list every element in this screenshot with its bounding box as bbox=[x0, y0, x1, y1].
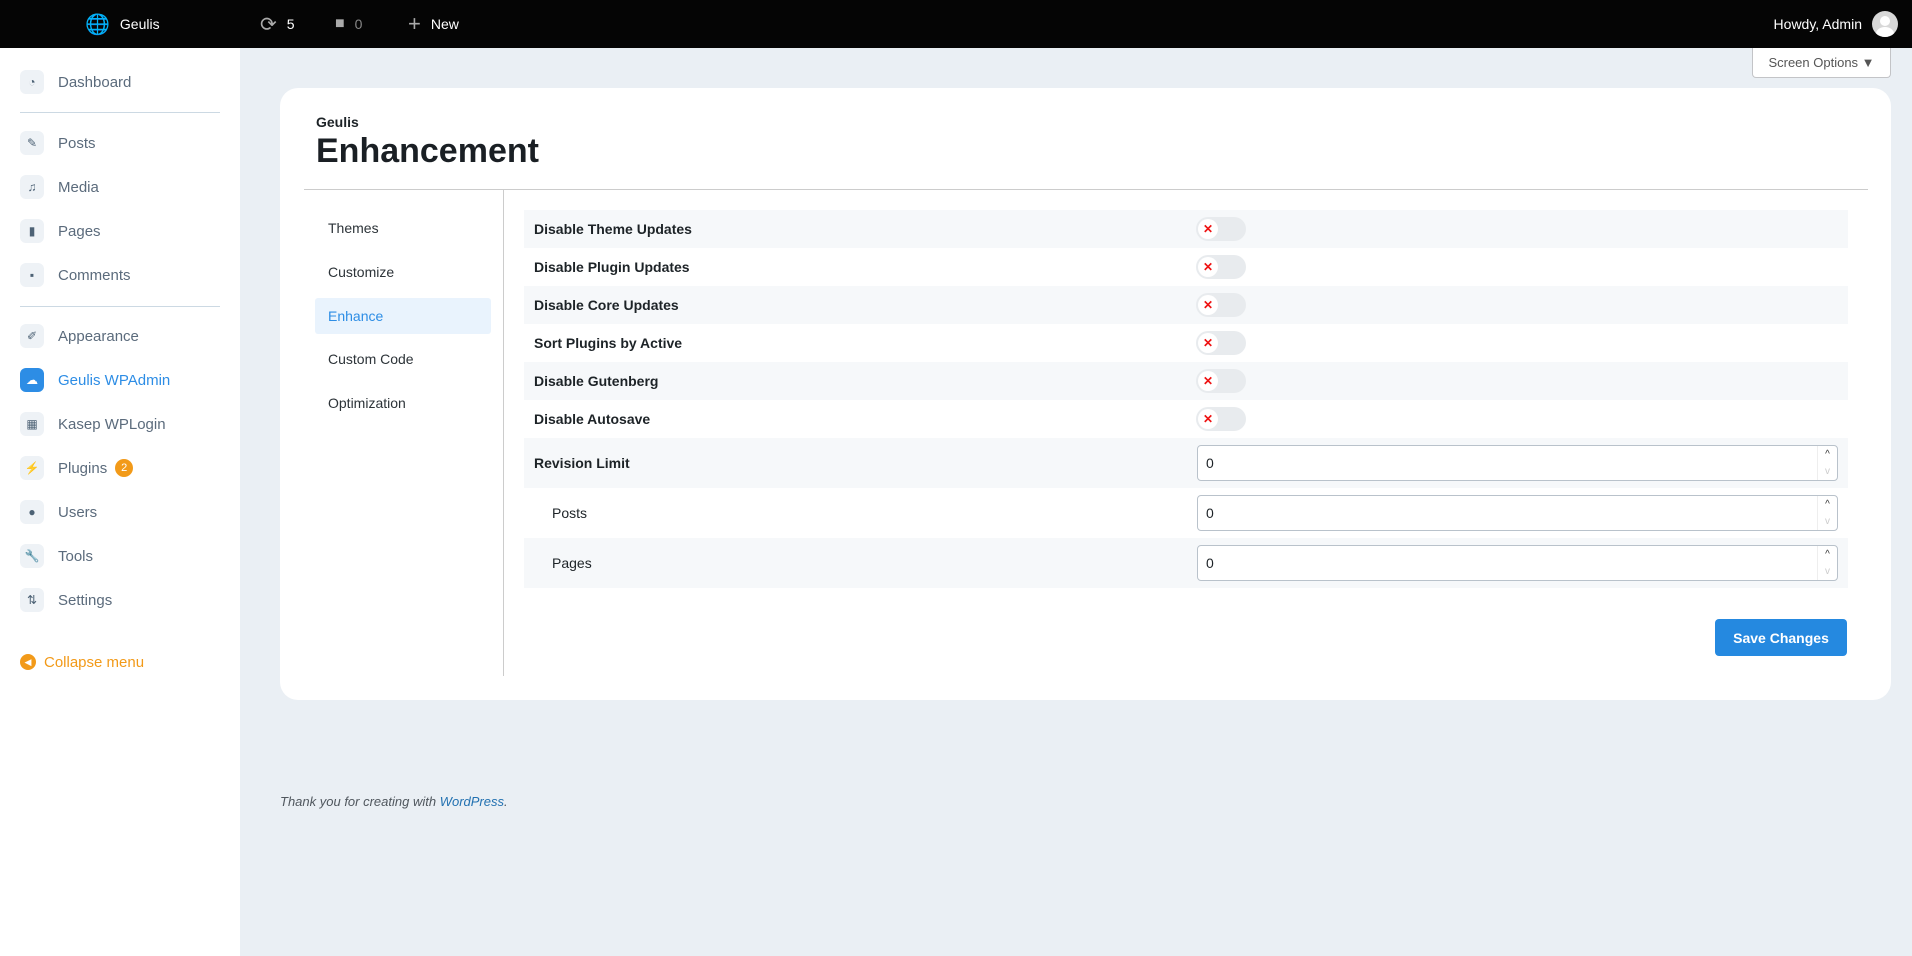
brush-icon: ✐ bbox=[20, 324, 44, 348]
x-icon: ✕ bbox=[1198, 257, 1218, 277]
x-icon: ✕ bbox=[1198, 219, 1218, 239]
disable-core-updates-toggle[interactable]: ✕ bbox=[1196, 293, 1246, 317]
sidebar-item-geulis-wpadmin[interactable]: ☁ Geulis WPAdmin bbox=[20, 367, 170, 393]
tab-custom-code[interactable]: Custom Code bbox=[315, 341, 491, 377]
chevron-up-icon[interactable]: ^ bbox=[1825, 499, 1830, 510]
number-spinner[interactable]: ^ v bbox=[1817, 446, 1837, 480]
x-icon: ✕ bbox=[1198, 371, 1218, 391]
disable-autosave-toggle[interactable]: ✕ bbox=[1196, 407, 1246, 431]
cloud-icon: ☁ bbox=[20, 368, 44, 392]
setting-row: Revision Limit 0 ^ v bbox=[524, 438, 1848, 488]
new-link[interactable]: + New bbox=[408, 0, 459, 48]
setting-row: Posts 0 ^ v bbox=[524, 488, 1848, 538]
updates-link[interactable]: ⟳ 5 bbox=[260, 0, 295, 48]
sidebar-item-plugins[interactable]: ⚡ Plugins 2 bbox=[20, 455, 134, 481]
divider bbox=[304, 189, 1868, 190]
sidebar-item-dashboard[interactable]: ◔ Dashboard bbox=[20, 69, 131, 95]
disable-theme-updates-toggle[interactable]: ✕ bbox=[1196, 217, 1246, 241]
site-link[interactable]: 🌐 Geulis bbox=[85, 0, 160, 48]
sidebar-item-comments[interactable]: ▪ Comments bbox=[20, 262, 131, 288]
disable-gutenberg-toggle[interactable]: ✕ bbox=[1196, 369, 1246, 393]
posts-revision-input[interactable]: 0 ^ v bbox=[1197, 495, 1838, 531]
plugin-icon: ⚡ bbox=[20, 456, 44, 480]
number-spinner[interactable]: ^ v bbox=[1817, 546, 1837, 580]
sidebar-item-settings[interactable]: ⇅ Settings bbox=[20, 587, 112, 613]
tab-enhance[interactable]: Enhance bbox=[315, 298, 491, 334]
x-icon: ✕ bbox=[1198, 295, 1218, 315]
sidebar-item-kasep-wplogin[interactable]: ▦ Kasep WPLogin bbox=[20, 411, 166, 437]
chevron-down-icon[interactable]: v bbox=[1825, 466, 1830, 477]
collapse-menu-button[interactable]: ◀ Collapse menu bbox=[20, 649, 144, 675]
pages-icon: ▮ bbox=[20, 219, 44, 243]
grid-icon: ▦ bbox=[20, 412, 44, 436]
wrench-icon: 🔧 bbox=[20, 544, 44, 568]
chevron-up-icon[interactable]: ^ bbox=[1825, 449, 1830, 460]
sidebar-item-pages[interactable]: ▮ Pages bbox=[20, 218, 101, 244]
sidebar-item-users[interactable]: ● Users bbox=[20, 499, 97, 525]
sort-plugins-toggle[interactable]: ✕ bbox=[1196, 331, 1246, 355]
tab-customize[interactable]: Customize bbox=[315, 254, 491, 290]
collapse-arrow-icon: ◀ bbox=[20, 654, 36, 670]
setting-row: Pages 0 ^ v bbox=[524, 538, 1848, 588]
pages-revision-input[interactable]: 0 ^ v bbox=[1197, 545, 1838, 581]
settings-card: Geulis Enhancement Themes Customize Enha… bbox=[280, 88, 1891, 700]
sidebar-item-media[interactable]: ♫ Media bbox=[20, 174, 99, 200]
save-changes-button[interactable]: Save Changes bbox=[1715, 619, 1847, 656]
footer: Thank you for creating with WordPress. bbox=[280, 794, 508, 809]
media-icon: ♫ bbox=[20, 175, 44, 199]
disable-plugin-updates-toggle[interactable]: ✕ bbox=[1196, 255, 1246, 279]
chevron-down-icon[interactable]: v bbox=[1825, 516, 1830, 527]
divider bbox=[20, 112, 220, 113]
refresh-icon: ⟳ bbox=[260, 13, 277, 36]
x-icon: ✕ bbox=[1198, 333, 1218, 353]
plugin-name: Geulis bbox=[316, 114, 359, 130]
account-menu[interactable]: Howdy, Admin bbox=[1774, 0, 1898, 48]
sidebar-item-tools[interactable]: 🔧 Tools bbox=[20, 543, 93, 569]
plus-icon: + bbox=[408, 11, 421, 36]
setting-row: Disable Gutenberg ✕ bbox=[524, 362, 1848, 400]
revision-limit-input[interactable]: 0 ^ v bbox=[1197, 445, 1838, 481]
number-spinner[interactable]: ^ v bbox=[1817, 496, 1837, 530]
wordpress-link[interactable]: WordPress bbox=[440, 794, 504, 809]
setting-row: Sort Plugins by Active ✕ bbox=[524, 324, 1848, 362]
admin-bar: 🌐 Geulis ⟳ 5 ■ 0 + New Howdy, Admin bbox=[0, 0, 1912, 48]
divider bbox=[503, 190, 504, 676]
tab-themes[interactable]: Themes bbox=[315, 210, 491, 246]
setting-row: Disable Core Updates ✕ bbox=[524, 286, 1848, 324]
chevron-down-icon[interactable]: v bbox=[1825, 566, 1830, 577]
comments-link[interactable]: ■ 0 bbox=[335, 0, 362, 48]
page-title: Enhancement bbox=[316, 132, 539, 170]
x-icon: ✕ bbox=[1198, 409, 1218, 429]
tab-optimization[interactable]: Optimization bbox=[315, 385, 491, 421]
update-count-badge: 2 bbox=[115, 459, 134, 477]
user-icon: ● bbox=[20, 500, 44, 524]
avatar bbox=[1872, 11, 1898, 37]
comment-icon: ▪ bbox=[20, 263, 44, 287]
sidebar-item-appearance[interactable]: ✐ Appearance bbox=[20, 323, 139, 349]
dashboard-icon: ◔ bbox=[20, 70, 44, 94]
screen-options-button[interactable]: Screen Options ▼ bbox=[1752, 48, 1891, 78]
comment-icon: ■ bbox=[335, 15, 345, 32]
pin-icon: ✎ bbox=[20, 131, 44, 155]
sidebar: ◔ Dashboard ✎ Posts ♫ Media ▮ Pages ▪ Comment… bbox=[0, 48, 240, 956]
setting-row: Disable Autosave ✕ bbox=[524, 400, 1848, 438]
setting-row: Disable Theme Updates ✕ bbox=[524, 210, 1848, 248]
divider bbox=[20, 306, 220, 307]
settings-icon: ⇅ bbox=[20, 588, 44, 612]
sidebar-item-posts[interactable]: ✎ Posts bbox=[20, 130, 96, 156]
globe-icon: 🌐 bbox=[85, 13, 110, 36]
chevron-up-icon[interactable]: ^ bbox=[1825, 549, 1830, 560]
setting-row: Disable Plugin Updates ✕ bbox=[524, 248, 1848, 286]
